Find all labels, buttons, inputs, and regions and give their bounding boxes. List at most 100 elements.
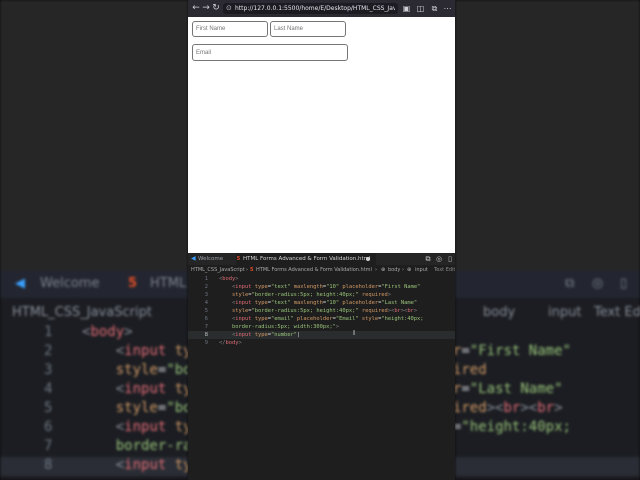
- breadcrumb-input[interactable]: input: [415, 265, 428, 275]
- email-placeholder: Email: [196, 49, 212, 56]
- code-token: border-radius:5px; width:300px;": [232, 324, 336, 330]
- vscode-icon: ◀: [15, 276, 25, 291]
- code-line[interactable]: 4 <input type="text" maxlength="10" place…: [188, 299, 455, 307]
- background-code-token: ><: [486, 400, 504, 416]
- background-code-token: br: [503, 400, 521, 416]
- background-code-token: "First Name": [469, 343, 571, 359]
- breadcrumb-body[interactable]: body: [388, 265, 400, 275]
- code-token: type: [251, 284, 268, 290]
- code-token: required: [358, 308, 388, 314]
- background-code-token: [82, 419, 116, 435]
- code-token: "10": [326, 300, 340, 306]
- background-line-number: 4: [44, 381, 53, 397]
- email-input[interactable]: Email: [192, 44, 348, 61]
- code-text: style="border-radius:5px; height:40px;" …: [232, 307, 417, 315]
- breadcrumb-separator: ›: [402, 267, 404, 273]
- html5-icon: 5: [236, 256, 241, 262]
- background-code-token: required: [455, 362, 487, 378]
- code-token: style: [232, 308, 249, 314]
- extensions-icon[interactable]: ⧉: [430, 4, 439, 13]
- background-line-number: 6: [44, 419, 53, 435]
- line-number: 6: [204, 316, 208, 322]
- background-line-number: 7: [44, 438, 53, 454]
- vscode-icon: ◀: [191, 255, 196, 262]
- background-code-token: ty: [174, 343, 188, 359]
- background-code-line: 4 <input ty holder="Last Name": [0, 381, 188, 400]
- address-bar[interactable]: ⊙ http://127.0.0.1:5500/home/E/Desktop/H…: [223, 3, 398, 14]
- back-icon[interactable]: ←: [191, 3, 201, 13]
- background-code-token: style: [115, 362, 158, 378]
- background-line-number: 1: [44, 324, 53, 340]
- reload-icon[interactable]: ↻: [211, 3, 221, 13]
- line-number: 8: [204, 332, 208, 338]
- background-code-token: br: [537, 400, 555, 416]
- background-code-line: 1<body>: [0, 324, 188, 343]
- code-line[interactable]: 8 <input type="number"|: [188, 331, 455, 339]
- background-breadcrumb: HTML_CSS_JavaScriptbodyinputText Edit: [455, 300, 640, 326]
- html5-icon: 5: [250, 267, 254, 273]
- background-browser: [455, 0, 640, 270]
- element-icon: ⊛: [381, 267, 386, 273]
- split-editor-icon: ⧉: [565, 276, 575, 291]
- code-line[interactable]: 9 </body>: [188, 339, 455, 347]
- tab-html-file[interactable]: 5 HTML Forms Advanced & Form Validation.h…: [236, 253, 376, 265]
- last-name-input[interactable]: Last Name: [270, 21, 346, 37]
- tab-welcome[interactable]: ◀ Welcome: [191, 253, 235, 265]
- background-line-number: 8: [44, 457, 53, 473]
- forward-icon[interactable]: →: [201, 3, 211, 13]
- background-code-token: >: [554, 400, 563, 416]
- code-line[interactable]: 1 <body>: [188, 275, 455, 283]
- background-breadcrumb-folder: HTML_CSS_JavaScript: [12, 305, 152, 320]
- background-code-token: ty: [174, 419, 188, 435]
- breadcrumb-file[interactable]: HTML Forms Advanced & Form Validation.ht…: [256, 265, 372, 275]
- code-token: body: [225, 340, 239, 346]
- element-icon: ⊛: [407, 267, 412, 273]
- text-cursor-icon: I: [353, 329, 356, 337]
- code-token: style: [232, 292, 249, 298]
- code-line[interactable]: 3 style="border-radius:5px; height:40px;"…: [188, 291, 455, 299]
- layout-icon[interactable]: ▯: [446, 255, 454, 263]
- reader-view-icon[interactable]: ▣: [402, 4, 411, 13]
- browser-window: ← → ↻ ⊙ http://127.0.0.1:5500/home/E/Des…: [188, 0, 455, 253]
- background-editor-right: WelcomeHTML◀5⧉◎▯HTML_CSS_JavaScriptbodyi…: [455, 0, 640, 480]
- breadcrumb: HTML_CSS_JavaScript › 5 HTML Forms Advan…: [188, 265, 455, 275]
- background-tab-bar: WelcomeHTML◀5⧉◎▯: [455, 270, 640, 298]
- code-token: "First Name": [381, 284, 421, 290]
- background-code-token: <: [115, 343, 125, 359]
- background-code-token: <: [115, 457, 125, 473]
- split-editor-icon[interactable]: ⧉: [424, 255, 432, 263]
- background-code-token: input: [124, 419, 167, 435]
- code-line[interactable]: 5 style="border-radius:5px; height:40px;"…: [188, 307, 455, 315]
- code-line[interactable]: 2 <input type="text" maxlength="10" place…: [188, 283, 455, 291]
- first-name-input[interactable]: First Name: [192, 21, 268, 37]
- background-code-token: >: [124, 324, 133, 340]
- menu-icon[interactable]: ⋯: [443, 4, 452, 13]
- breadcrumb-folder[interactable]: HTML_CSS_JavaScript: [191, 265, 245, 275]
- code-token: >: [387, 292, 392, 298]
- unsaved-dot-icon[interactable]: [366, 257, 370, 261]
- code-token: "height:40px;: [381, 316, 424, 322]
- code-token: "email": [270, 316, 294, 322]
- background-line-number: 5: [44, 400, 53, 416]
- background-code-text: <input ty holder="First Name": [82, 343, 188, 359]
- background-code-line: 1<body>: [455, 324, 640, 343]
- background-code-text: <input ty style="height:40px;: [82, 419, 188, 435]
- code-token: >: [238, 340, 242, 346]
- editor-tab-bar: ◀ Welcome 5 HTML Forms Advanced & Form Val…: [188, 253, 455, 265]
- globe-icon[interactable]: ◎: [435, 255, 443, 263]
- globe-icon: ◎: [592, 276, 604, 291]
- code-token: "border-radius:5px; height:40px;": [251, 292, 359, 298]
- page-info-icon[interactable]: ⊙: [226, 4, 233, 12]
- code-token: "border-radius:5px; height:40px;": [251, 308, 359, 314]
- code-line[interactable]: 6 <input type="email" placeholder="Email"…: [188, 315, 455, 323]
- line-number: 9: [204, 340, 208, 346]
- code-line[interactable]: 7 border-radius:5px; width:300px;">: [188, 323, 455, 331]
- code-token: type: [251, 332, 268, 338]
- code-token: "Email": [335, 316, 359, 322]
- code-area[interactable]: 1 <body> 2 <input type="text" maxlength="10…: [188, 275, 455, 480]
- background-code-token: =: [461, 381, 470, 397]
- background-code-token: ><: [520, 400, 538, 416]
- background-code-line: 5 style="bor required><br><br>: [0, 400, 188, 419]
- background-code-token: [82, 438, 116, 454]
- shield-icon[interactable]: ◫: [416, 4, 425, 13]
